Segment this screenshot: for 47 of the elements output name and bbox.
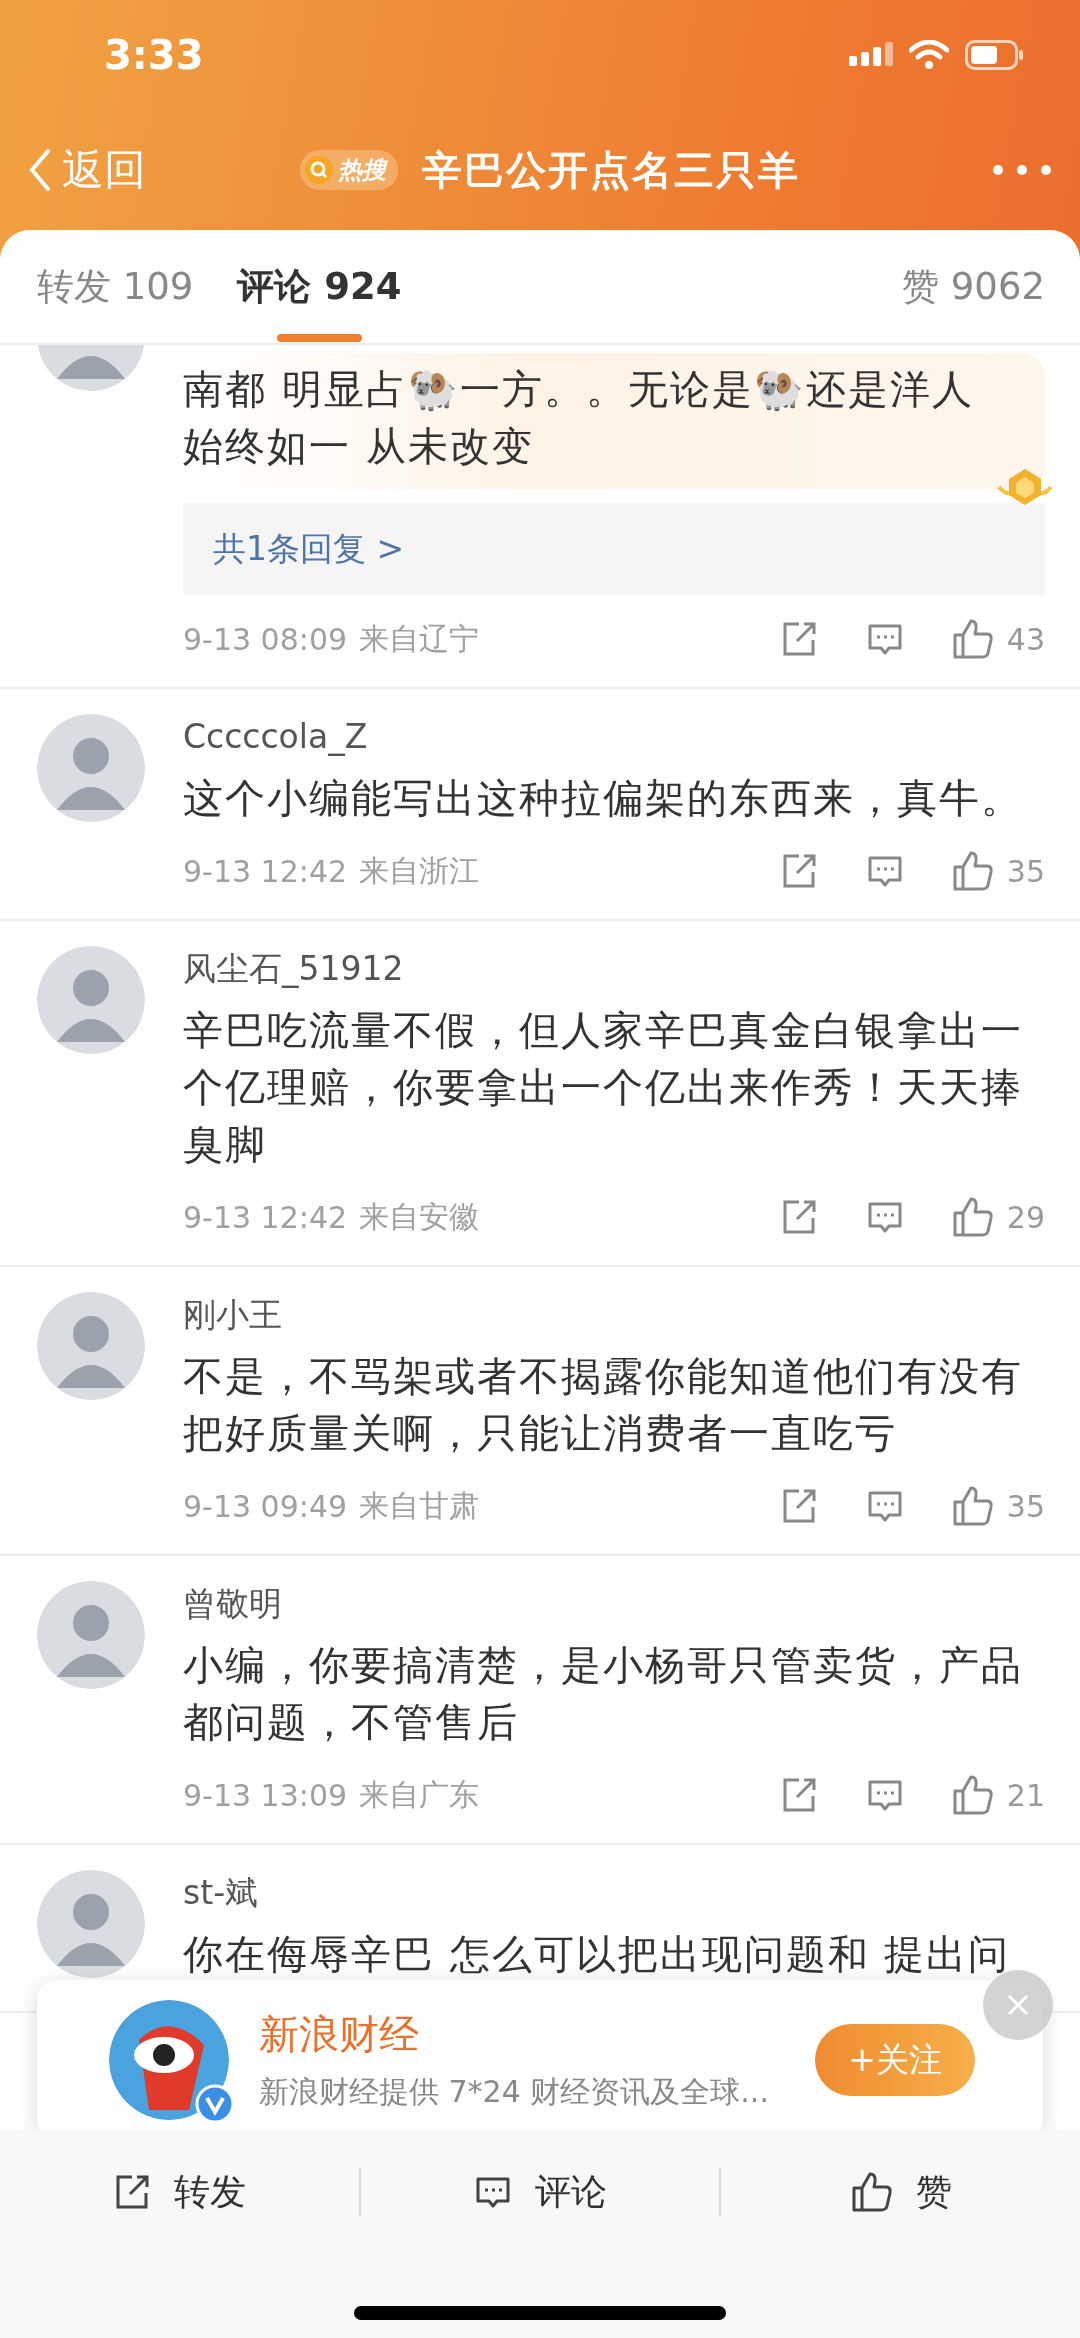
- tab[interactable]: 评论 924: [237, 261, 402, 312]
- username[interactable]: st-斌: [183, 1870, 259, 1916]
- avatar[interactable]: [37, 1870, 145, 1978]
- comment-text: 不是，不骂架或者不揭露你能知道他们有没有把好质量关啊，只能让消费者一直吃亏: [183, 1352, 1024, 1458]
- comment-time: 9-13 13:09: [183, 1777, 348, 1813]
- verified-badge-icon: [195, 2084, 235, 2124]
- username[interactable]: Cccccola_Z: [183, 714, 368, 760]
- avatar[interactable]: [37, 1581, 145, 1689]
- comment-text: 南都 明显占🐏一方。。无论是🐏还是洋人始终如一 从未改变: [183, 365, 975, 471]
- comment-time: 9-13 12:42: [183, 1199, 348, 1235]
- comment-location: 来自辽宁: [359, 619, 480, 658]
- tab[interactable]: 赞 9062: [902, 261, 1045, 312]
- wifi-icon: [909, 40, 949, 70]
- like-count: 21: [1006, 1777, 1045, 1813]
- more-icon[interactable]: [992, 164, 1052, 176]
- status-time: 3:33: [104, 32, 204, 78]
- comment-location: 来自安徽: [359, 1197, 480, 1236]
- avatar[interactable]: [37, 714, 145, 822]
- like-button[interactable]: 赞: [721, 2130, 1080, 2254]
- replies-link[interactable]: 共1条回复 >: [183, 503, 1045, 595]
- comment-location: 来自甘肃: [359, 1486, 480, 1525]
- comment-text: 小编，你要搞清楚，是小杨哥只管卖货，产品都问题，不管售后: [183, 1641, 1024, 1747]
- back-icon[interactable]: [28, 148, 52, 192]
- comment-time: 9-13 08:09: [183, 621, 348, 657]
- comment-location: 来自浙江: [359, 851, 480, 890]
- page-title: 辛巴公开点名三只羊: [422, 145, 800, 195]
- comment-time: 9-13 09:49: [183, 1488, 348, 1524]
- comment-location: 来自广东: [359, 1775, 480, 1814]
- username[interactable]: 曾敬明: [183, 1581, 282, 1627]
- username[interactable]: 风尘石_51912: [183, 946, 404, 992]
- avatar[interactable]: [37, 1292, 145, 1400]
- repost-button[interactable]: 转发: [0, 2130, 359, 2254]
- battery-icon: [965, 40, 1025, 70]
- like-count: 35: [1006, 1488, 1045, 1524]
- signal-icon: [849, 42, 893, 68]
- account-description: 新浪财经提供 7*24 财经资讯及全球...: [259, 2073, 770, 2111]
- comment-text: 辛巴吃流量不假，但人家辛巴真金白银拿出一个亿理赔，你要拿出一个亿出来作秀！天天捧臭脚: [183, 1006, 1024, 1169]
- comment-button[interactable]: 评论: [360, 2130, 720, 2254]
- like-count: 35: [1006, 853, 1045, 889]
- avatar[interactable]: [37, 946, 145, 1054]
- username[interactable]: 刚小王: [183, 1292, 282, 1338]
- tab[interactable]: 转发 109: [37, 261, 194, 312]
- like-count: 29: [1006, 1199, 1045, 1235]
- comment-text: 这个小编能写出这种拉偏架的东西来，真牛。: [183, 774, 1024, 823]
- comment-text: 你在侮辱辛巴 怎么可以把出现问题和 提出问: [183, 1930, 1012, 1979]
- comment-time: 9-13 12:42: [183, 853, 348, 889]
- like-count: 43: [1006, 621, 1045, 657]
